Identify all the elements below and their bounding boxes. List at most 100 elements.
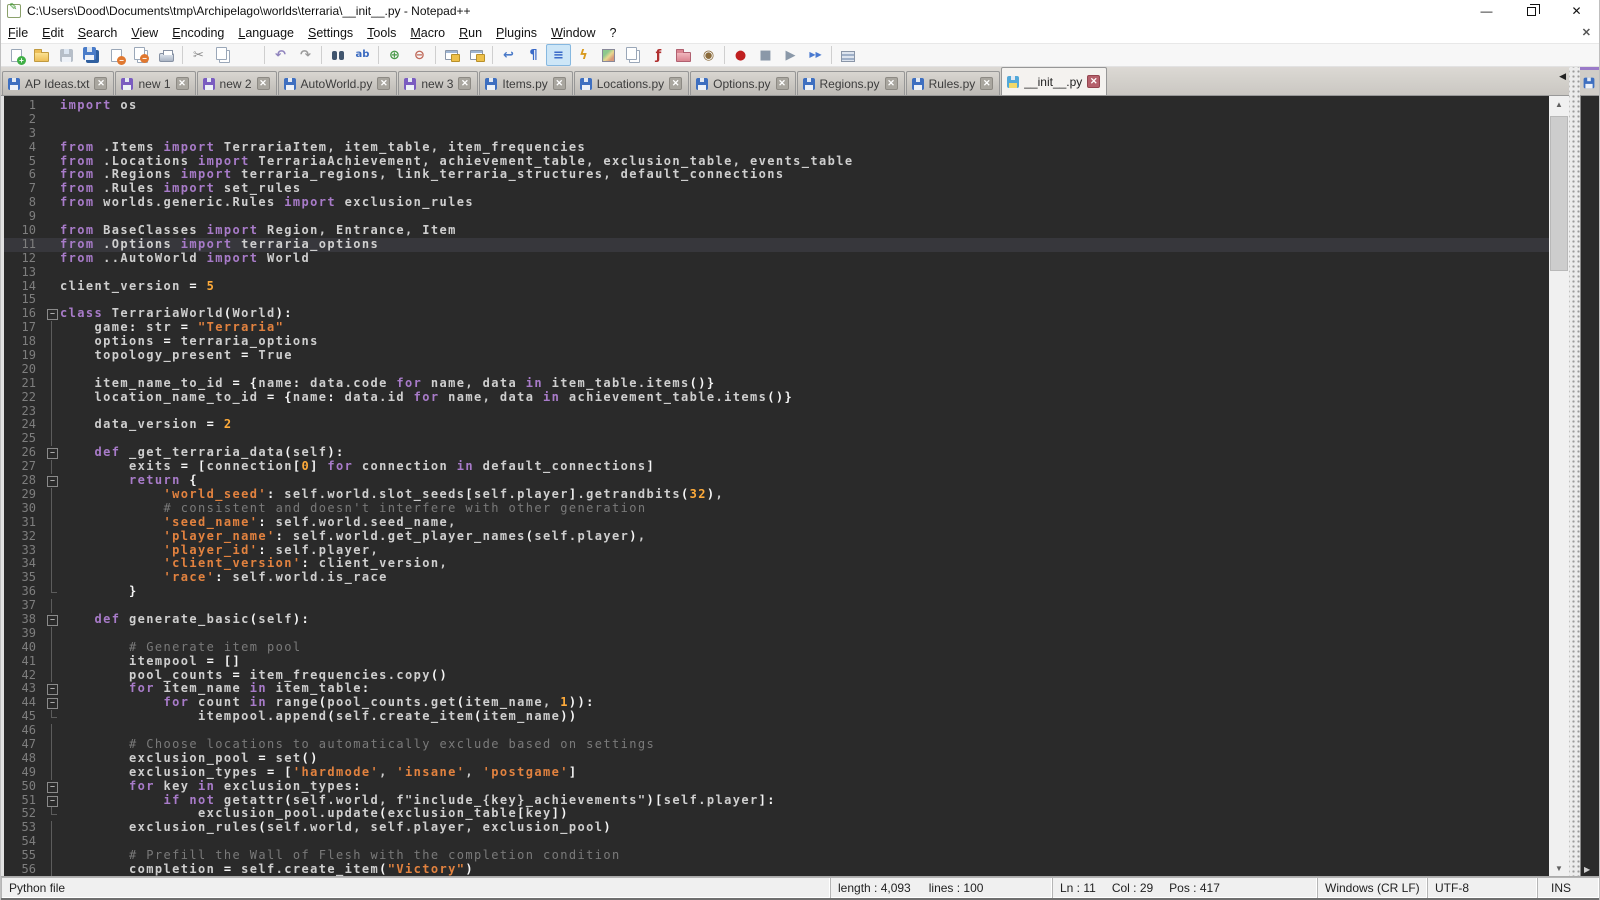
tab-close-icon[interactable]: ✕ [980, 77, 993, 90]
macro-record-icon[interactable]: ● [728, 44, 753, 66]
monitoring-icon[interactable]: ◉ [696, 44, 721, 66]
indent-guide-icon[interactable]: ≡ [546, 44, 571, 66]
close-doc-icon[interactable]: − [104, 44, 129, 66]
tab-Options.py[interactable]: Options.py✕ [690, 71, 795, 95]
paste-icon[interactable] [236, 44, 261, 66]
redo-icon[interactable]: ↷ [293, 44, 318, 66]
line-number: 53 [4, 821, 44, 835]
fold-collapse-icon[interactable] [44, 682, 60, 696]
sync-horizontal-scroll-icon[interactable] [464, 44, 489, 66]
menu-item-encoding[interactable]: Encoding [165, 24, 231, 42]
show-all-characters-icon[interactable]: ¶ [521, 44, 546, 66]
tab-Locations.py[interactable]: Locations.py✕ [574, 71, 689, 95]
tab-new 1[interactable]: new 1✕ [115, 71, 195, 95]
tab-close-icon[interactable]: ✕ [176, 77, 189, 90]
tab-Regions.py[interactable]: Regions.py✕ [797, 71, 905, 95]
word-wrap-icon[interactable]: ↩ [496, 44, 521, 66]
code-area[interactable]: 1import os234from .Items import Terraria… [4, 96, 1549, 876]
folder-as-workspace-icon[interactable] [671, 44, 696, 66]
tab-close-icon[interactable]: ✕ [776, 77, 789, 90]
tab-scroll-left-icon[interactable]: ◀ [1556, 71, 1569, 82]
code-line-37: 37 [4, 599, 1549, 613]
macro-run-multiple-icon[interactable]: ▶▶ [803, 44, 828, 66]
menu-item-plugins[interactable]: Plugins [489, 24, 544, 42]
menu-item-language[interactable]: Language [231, 24, 301, 42]
cut-icon[interactable]: ✂ [186, 44, 211, 66]
tab-close-icon[interactable]: ✕ [458, 77, 471, 90]
menu-item-window[interactable]: Window [544, 24, 602, 42]
restore-button[interactable] [1509, 0, 1554, 22]
zoom-out-icon[interactable]: ⊖ [407, 44, 432, 66]
macro-stop-icon[interactable]: ■ [753, 44, 778, 66]
sync-vertical-scroll-icon[interactable] [439, 44, 464, 66]
vertical-scrollbar[interactable]: ▲ ▼ [1549, 96, 1569, 876]
macro-play-icon[interactable]: ▶ [778, 44, 803, 66]
tab-close-icon[interactable]: ✕ [257, 77, 270, 90]
menu-item-run[interactable]: Run [452, 24, 489, 42]
menu-item-settings[interactable]: Settings [301, 24, 360, 42]
zoom-in-icon[interactable]: ⊕ [382, 44, 407, 66]
open-folder-icon[interactable] [29, 44, 54, 66]
pane-splitter-handle[interactable] [1569, 67, 1580, 876]
scrollbar-track[interactable] [1549, 112, 1569, 860]
tab-close-icon[interactable]: ✕ [553, 77, 566, 90]
replace-icon[interactable]: ab [350, 44, 375, 66]
menu-item-file[interactable]: File [1, 24, 35, 42]
tab-close-icon[interactable]: ✕ [377, 77, 390, 90]
menu-item-tools[interactable]: Tools [360, 24, 403, 42]
secondary-pane-body[interactable]: ▶ [1580, 96, 1599, 876]
fold-collapse-icon[interactable] [44, 613, 60, 627]
tab-new 2[interactable]: new 2✕ [197, 71, 277, 95]
code-line-53: 53 exclusion_rules(self.world, self.play… [4, 821, 1549, 835]
tab-__init__.py[interactable]: __init__.py✕ [1001, 67, 1107, 95]
code-text [60, 627, 1549, 641]
tab-new 3[interactable]: new 3✕ [398, 71, 478, 95]
status-eol-format[interactable]: Windows (CR LF) [1317, 877, 1427, 898]
copy-icon[interactable] [211, 44, 236, 66]
fold-collapse-icon[interactable] [44, 794, 60, 808]
fold-collapse-icon[interactable] [44, 696, 60, 710]
print-icon[interactable] [154, 44, 179, 66]
function-list-icon[interactable]: ƒ [646, 44, 671, 66]
menu-item-edit[interactable]: Edit [35, 24, 71, 42]
tab-Items.py[interactable]: Items.py✕ [479, 71, 572, 95]
find-icon[interactable] [325, 44, 350, 66]
fold-collapse-icon[interactable] [44, 307, 60, 321]
save-icon[interactable] [54, 44, 79, 66]
scrollbar-thumb[interactable] [1550, 116, 1568, 271]
status-encoding[interactable]: UTF-8 [1427, 877, 1537, 898]
fold-collapse-icon[interactable] [44, 780, 60, 794]
menu-item-macro[interactable]: Macro [403, 24, 452, 42]
tab-close-icon[interactable]: ✕ [94, 77, 107, 90]
function-completion-icon[interactable]: ϟ [571, 44, 596, 66]
tab-AP Ideas.txt[interactable]: AP Ideas.txt✕ [2, 71, 114, 95]
close-all-docs-icon[interactable]: − [129, 44, 154, 66]
status-insert-mode[interactable]: INS [1537, 877, 1599, 898]
fold-collapse-icon[interactable] [44, 474, 60, 488]
minimize-button[interactable]: — [1464, 0, 1509, 22]
macro-edit-icon[interactable] [835, 44, 860, 66]
secondary-pane-tab[interactable] [1580, 67, 1599, 96]
menu-item-[interactable]: ? [603, 24, 624, 42]
new-file-icon[interactable]: + [4, 44, 29, 66]
document-list-icon[interactable] [621, 44, 646, 66]
fold-collapse-icon[interactable] [44, 446, 60, 460]
code-text: from .Locations import TerrariaAchieveme… [60, 155, 1549, 169]
document-map-icon[interactable] [596, 44, 621, 66]
tab-AutoWorld.py[interactable]: AutoWorld.py✕ [278, 71, 398, 95]
tab-close-icon[interactable]: ✕ [885, 77, 898, 90]
tab-close-icon[interactable]: ✕ [1087, 75, 1100, 88]
menu-item-search[interactable]: Search [71, 24, 125, 42]
window-controls: — ✕ [1464, 0, 1599, 22]
close-document-icon[interactable]: ✕ [1582, 26, 1591, 39]
close-button[interactable]: ✕ [1554, 0, 1599, 22]
code-text: options = terraria_options [60, 335, 1549, 349]
undo-icon[interactable]: ↶ [268, 44, 293, 66]
secondary-scroll-right-icon[interactable]: ▶ [1584, 865, 1590, 874]
scroll-down-icon[interactable]: ▼ [1549, 860, 1569, 876]
scroll-up-icon[interactable]: ▲ [1549, 96, 1569, 112]
save-all-icon[interactable] [79, 44, 104, 66]
tab-close-icon[interactable]: ✕ [669, 77, 682, 90]
menu-item-view[interactable]: View [124, 24, 165, 42]
tab-Rules.py[interactable]: Rules.py✕ [906, 71, 1001, 95]
